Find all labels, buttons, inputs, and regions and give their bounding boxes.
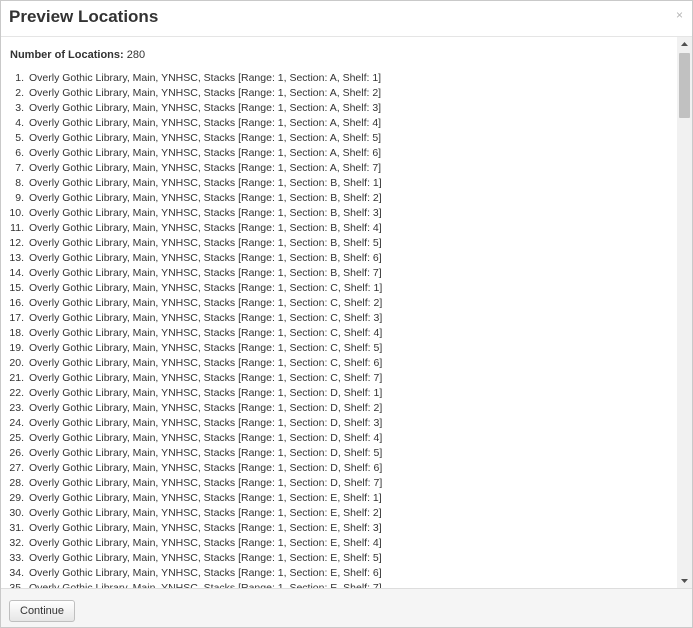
location-number: 20.	[9, 357, 24, 369]
location-number: 3.	[15, 102, 24, 114]
location-text: Overly Gothic Library, Main, YNHSC, Stac…	[29, 222, 382, 234]
location-number: 1.	[15, 72, 24, 84]
dialog-footer: Continue	[1, 588, 692, 627]
location-text: Overly Gothic Library, Main, YNHSC, Stac…	[29, 72, 382, 84]
location-number: 23.	[9, 402, 24, 414]
location-number: 5.	[15, 132, 24, 144]
location-text: Overly Gothic Library, Main, YNHSC, Stac…	[29, 402, 383, 414]
dialog-header: Preview Locations ×	[1, 1, 692, 37]
location-text: Overly Gothic Library, Main, YNHSC, Stac…	[29, 432, 383, 444]
location-text: Overly Gothic Library, Main, YNHSC, Stac…	[29, 387, 383, 399]
location-text: Overly Gothic Library, Main, YNHSC, Stac…	[29, 477, 383, 489]
location-number: 24.	[9, 417, 24, 429]
location-number: 6.	[15, 147, 24, 159]
location-number: 18.	[9, 327, 24, 339]
location-number: 12.	[9, 237, 24, 249]
location-number: 26.	[9, 447, 24, 459]
location-text: Overly Gothic Library, Main, YNHSC, Stac…	[29, 342, 383, 354]
location-text: Overly Gothic Library, Main, YNHSC, Stac…	[29, 177, 382, 189]
location-number: 7.	[15, 162, 24, 174]
location-count-value: 280	[126, 49, 146, 61]
scrollbar-thumb[interactable]	[679, 53, 690, 118]
location-text: Overly Gothic Library, Main, YNHSC, Stac…	[29, 582, 382, 588]
location-number: 9.	[15, 192, 24, 204]
location-number: 16.	[9, 297, 24, 309]
location-number: 14.	[9, 267, 24, 279]
location-text: Overly Gothic Library, Main, YNHSC, Stac…	[29, 537, 382, 549]
locations-content: Number of Locations: 280 1. Overly Gothic…	[1, 37, 677, 588]
location-number: 34.	[9, 567, 24, 579]
location-text: Overly Gothic Library, Main, YNHSC, Stac…	[29, 312, 383, 324]
location-number: 8.	[15, 177, 24, 189]
location-text: Overly Gothic Library, Main, YNHSC, Stac…	[29, 417, 383, 429]
scroll-down-arrow-icon[interactable]	[677, 574, 692, 588]
location-text: Overly Gothic Library, Main, YNHSC, Stac…	[29, 267, 382, 279]
preview-locations-dialog: Preview Locations × Number of Locations:…	[0, 0, 693, 628]
location-number: 29.	[9, 492, 24, 504]
location-number: 17.	[9, 312, 24, 324]
location-text: Overly Gothic Library, Main, YNHSC, Stac…	[29, 462, 383, 474]
location-text: Overly Gothic Library, Main, YNHSC, Stac…	[29, 372, 383, 384]
dialog-title: Preview Locations	[9, 7, 159, 26]
location-text: Overly Gothic Library, Main, YNHSC, Stac…	[29, 552, 382, 564]
location-number: 35.	[9, 582, 24, 588]
location-text: Overly Gothic Library, Main, YNHSC, Stac…	[29, 192, 382, 204]
location-text: Overly Gothic Library, Main, YNHSC, Stac…	[29, 162, 382, 174]
location-count: Number of Locations: 280	[10, 48, 145, 62]
location-text: Overly Gothic Library, Main, YNHSC, Stac…	[29, 237, 382, 249]
location-number: 25.	[9, 432, 24, 444]
location-number: 19.	[9, 342, 24, 354]
location-number: 2.	[15, 87, 24, 99]
location-number: 33.	[9, 552, 24, 564]
location-text: Overly Gothic Library, Main, YNHSC, Stac…	[29, 327, 383, 339]
close-icon[interactable]: ×	[676, 8, 683, 22]
location-number: 10.	[9, 207, 24, 219]
location-number: 21.	[9, 372, 24, 384]
location-text: Overly Gothic Library, Main, YNHSC, Stac…	[29, 297, 383, 309]
location-text: Overly Gothic Library, Main, YNHSC, Stac…	[29, 507, 382, 519]
location-text: Overly Gothic Library, Main, YNHSC, Stac…	[29, 567, 382, 579]
location-number: 22.	[9, 387, 24, 399]
location-number: 15.	[9, 282, 24, 294]
location-number: 28.	[9, 477, 24, 489]
location-number: 30.	[9, 507, 24, 519]
continue-button[interactable]: Continue	[9, 600, 76, 622]
location-text: Overly Gothic Library, Main, YNHSC, Stac…	[29, 207, 382, 219]
dialog-body[interactable]: Number of Locations: 280 1. Overly Gothic…	[1, 37, 692, 588]
location-text: Overly Gothic Library, Main, YNHSC, Stac…	[29, 522, 382, 534]
location-number: 13.	[9, 252, 24, 264]
location-number: 32.	[9, 537, 24, 549]
location-text: Overly Gothic Library, Main, YNHSC, Stac…	[29, 87, 382, 99]
location-number: 27.	[9, 462, 24, 474]
location-text: Overly Gothic Library, Main, YNHSC, Stac…	[29, 117, 382, 129]
location-text: Overly Gothic Library, Main, YNHSC, Stac…	[29, 132, 382, 144]
scroll-up-arrow-icon[interactable]	[677, 37, 692, 51]
location-text: Overly Gothic Library, Main, YNHSC, Stac…	[29, 282, 383, 294]
location-number: 4.	[15, 117, 24, 129]
location-text: Overly Gothic Library, Main, YNHSC, Stac…	[29, 102, 382, 114]
vertical-scrollbar[interactable]	[677, 37, 692, 588]
location-text: Overly Gothic Library, Main, YNHSC, Stac…	[29, 447, 383, 459]
location-count-label: Number of Locations:	[10, 49, 124, 61]
location-text: Overly Gothic Library, Main, YNHSC, Stac…	[29, 147, 382, 159]
location-number: 31.	[9, 522, 24, 534]
location-text: Overly Gothic Library, Main, YNHSC, Stac…	[29, 492, 382, 504]
location-number: 11.	[10, 222, 24, 234]
location-text: Overly Gothic Library, Main, YNHSC, Stac…	[29, 252, 382, 264]
location-text: Overly Gothic Library, Main, YNHSC, Stac…	[29, 357, 383, 369]
